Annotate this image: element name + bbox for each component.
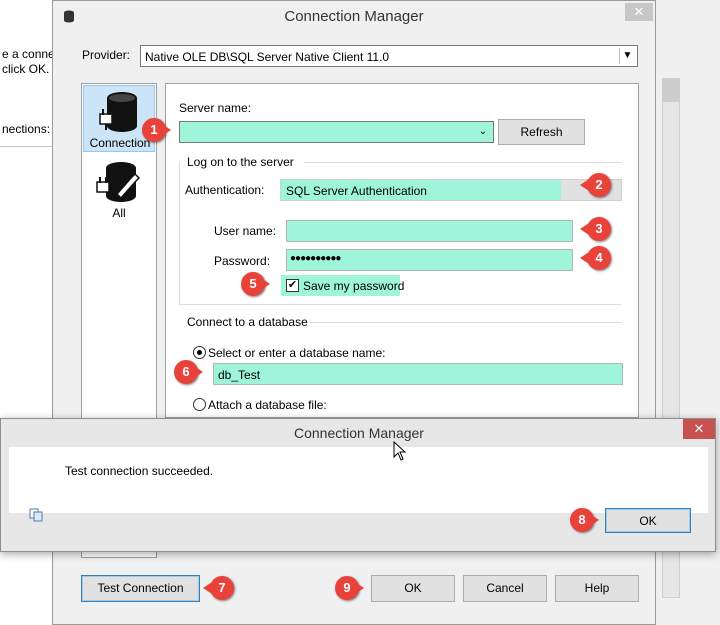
nav-item-connection[interactable]: Connection — [83, 85, 155, 152]
group-border — [179, 304, 621, 305]
save-password-highlight: ✔ Save my password — [281, 275, 404, 296]
password-label: Password: — [214, 254, 271, 268]
annotation-badge: 5 — [241, 272, 270, 296]
nav-item-all[interactable]: All — [83, 156, 155, 222]
password-field[interactable]: ●●●●●●●●●● — [286, 249, 573, 271]
background-text: click OK. — [2, 62, 50, 76]
popup-close-button[interactable]: ✕ — [683, 419, 715, 439]
cancel-button[interactable]: Cancel — [463, 575, 547, 602]
annotation-badge: 2 — [580, 173, 611, 197]
popup-message: Test connection succeeded. — [65, 464, 214, 478]
provider-label: Provider: — [82, 48, 131, 62]
background-scroll-thumb[interactable] — [662, 78, 680, 102]
user-name-field[interactable] — [286, 220, 573, 242]
title-bar: Connection Manager ✕ — [53, 1, 655, 31]
close-button[interactable]: ✕ — [625, 3, 653, 21]
provider-combo[interactable]: Native OLE DB\SQL Server Native Client 1… — [140, 45, 638, 67]
refresh-button[interactable]: Refresh — [498, 119, 585, 145]
popup-ok-button[interactable]: OK — [605, 508, 691, 533]
save-password-label[interactable]: Save my password — [303, 279, 404, 293]
annotation-badge: 8 — [570, 508, 599, 532]
test-result-dialog: Connection Manager ✕ Test connection suc… — [0, 418, 716, 552]
authentication-combo[interactable]: SQL Server Authentication — [280, 179, 622, 201]
ok-button[interactable]: OK — [371, 575, 455, 602]
chevron-down-icon[interactable]: ⌄ — [475, 124, 491, 140]
provider-value: Native OLE DB\SQL Server Native Client 1… — [145, 50, 390, 64]
help-button[interactable]: Help — [555, 575, 639, 602]
database-name-field[interactable]: db_Test — [213, 363, 623, 385]
password-value: ●●●●●●●●●● — [290, 253, 341, 264]
test-connection-button[interactable]: Test Connection — [81, 575, 200, 602]
group-divider — [304, 162, 621, 163]
attach-database-label[interactable]: Attach a database file: — [208, 398, 327, 412]
connection-panel: Server name: ⌄ Refresh Log on to the ser… — [165, 83, 639, 418]
copy-icon[interactable] — [29, 508, 43, 522]
cursor-icon — [393, 441, 407, 461]
annotation-badge: 1 — [142, 118, 171, 142]
server-name-combo[interactable]: ⌄ — [179, 121, 494, 143]
user-name-label: User name: — [214, 224, 277, 238]
database-group-title: Connect to a database — [187, 315, 308, 329]
database-plug-icon — [99, 92, 137, 132]
server-name-label: Server name: — [179, 101, 252, 115]
annotation-badge: 3 — [580, 217, 611, 241]
chevron-down-icon[interactable]: ▼ — [619, 48, 635, 64]
divider — [0, 146, 60, 147]
annotation-badge: 7 — [203, 576, 234, 600]
nav-item-label: All — [112, 206, 126, 220]
group-divider — [309, 322, 621, 323]
popup-title: Connection Manager — [294, 425, 424, 441]
dialog-title: Connection Manager — [284, 8, 424, 25]
popup-footer: OK — [9, 508, 708, 543]
annotation-badge: 4 — [580, 246, 611, 270]
annotation-badge: 6 — [174, 360, 203, 384]
popup-body: Test connection succeeded. — [9, 447, 708, 513]
attach-database-radio[interactable] — [193, 398, 206, 411]
select-database-radio[interactable] — [193, 346, 206, 359]
group-border — [179, 162, 180, 304]
select-database-label[interactable]: Select or enter a database name: — [208, 346, 385, 360]
annotation-badge: 9 — [335, 576, 364, 600]
database-wrench-icon — [96, 162, 141, 202]
background-text: nections: — [2, 122, 51, 136]
authentication-label: Authentication: — [185, 183, 265, 197]
authentication-value: SQL Server Authentication — [286, 184, 427, 198]
database-name-value: db_Test — [218, 368, 261, 382]
save-password-checkbox[interactable]: ✔ — [286, 279, 299, 292]
logon-group-title: Log on to the server — [187, 155, 294, 169]
